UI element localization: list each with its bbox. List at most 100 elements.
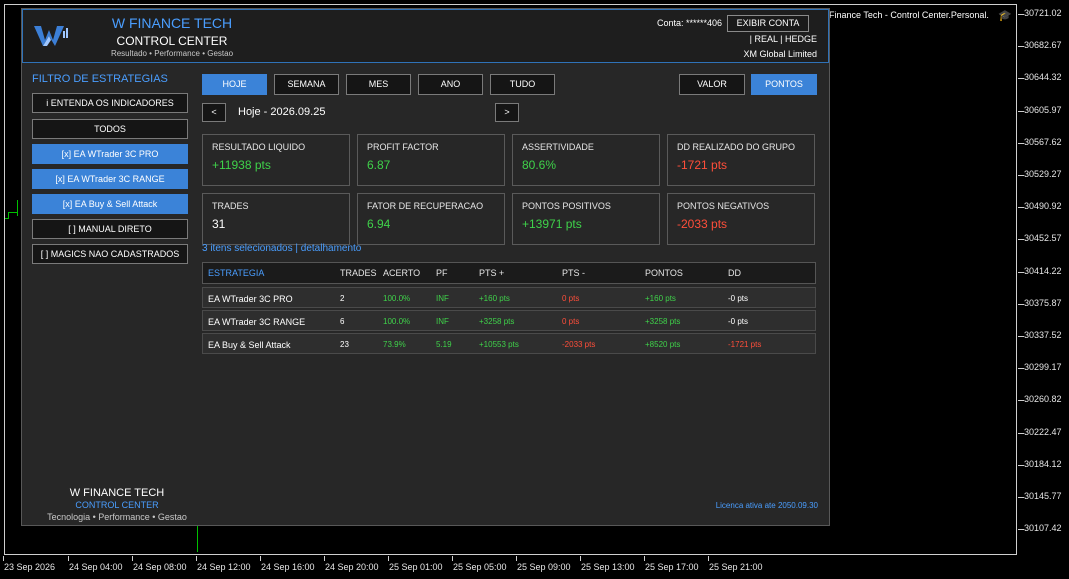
price-label: 30337.52 — [1024, 330, 1062, 340]
price-label: 30721.02 — [1024, 8, 1062, 18]
metric-label: TRADES — [212, 201, 249, 211]
selection-info-link[interactable]: 3 itens selecionados | detalhamento — [202, 243, 361, 254]
time-tick — [3, 556, 4, 561]
table-cell: 6 — [340, 317, 345, 326]
time-label: 25 Sep 13:00 — [581, 562, 635, 572]
time-label: 24 Sep 04:00 — [69, 562, 123, 572]
tab-tudo[interactable]: TUDO — [490, 74, 555, 95]
time-tick — [580, 556, 581, 561]
table-cell: EA WTrader 3C RANGE — [208, 317, 306, 327]
tab-hoje[interactable]: HOJE — [202, 74, 267, 95]
panel-header: W FINANCE TECH CONTROL CENTER Resultado … — [22, 9, 829, 63]
footer-tagline: Tecnologia • Performance • Gestao — [47, 512, 187, 522]
table-cell: +10553 pts — [479, 340, 519, 349]
metric-label: FATOR DE RECUPERACAO — [367, 201, 484, 211]
price-label: 30452.57 — [1024, 233, 1062, 244]
metric-card: RESULTADO LIQUIDO +11938 pts — [202, 134, 350, 186]
strategy-filter-button[interactable]: [x] EA WTrader 3C PRO — [32, 144, 188, 164]
table-cell: 100.0% — [383, 294, 411, 303]
candle-tick — [9, 212, 18, 213]
graduation-cap-icon[interactable]: 🎓 — [998, 9, 1012, 22]
time-label: 24 Sep 16:00 — [261, 562, 315, 572]
metric-card: PROFIT FACTOR 6.87 — [357, 134, 505, 186]
time-label: 25 Sep 05:00 — [453, 562, 507, 572]
time-tick — [324, 556, 325, 561]
time-tick — [388, 556, 389, 561]
column-header[interactable]: PTS - — [562, 268, 585, 278]
table-cell: 23 — [340, 340, 349, 349]
table-cell: -1721 pts — [728, 340, 762, 349]
metric-value: -2033 pts — [677, 217, 728, 231]
metric-value: +13971 pts — [522, 217, 582, 231]
time-label: 24 Sep 12:00 — [197, 562, 251, 572]
metric-label: RESULTADO LIQUIDO — [212, 142, 306, 152]
brand-title: W FINANCE TECH — [111, 15, 233, 31]
brand-tagline: Resultado • Performance • Gestao — [110, 49, 234, 58]
table-row[interactable]: EA WTrader 3C PRO 2 100.0% INF +160 pts 0 pts… — [202, 287, 816, 308]
time-label: 24 Sep 08:00 — [133, 562, 187, 572]
table-cell: 2 — [340, 294, 345, 303]
strategy-filter-button[interactable]: [x] EA Buy & Sell Attack — [32, 194, 188, 214]
metric-card: PONTOS NEGATIVOS -2033 pts — [667, 193, 815, 245]
tab-ano[interactable]: ANO — [418, 74, 483, 95]
next-date-button[interactable]: > — [495, 103, 519, 122]
price-label: 30222.47 — [1024, 426, 1062, 437]
table-cell: +160 pts — [479, 294, 510, 303]
time-axis[interactable]: 23 Sep 2026 24 Sep 04:00 24 Sep 08:00 24 Se… — [0, 556, 1018, 579]
metric-label: PROFIT FACTOR — [367, 142, 439, 152]
table-cell: INF — [436, 317, 449, 326]
time-tick — [132, 556, 133, 561]
time-label: 25 Sep 09:00 — [517, 562, 571, 572]
show-account-button[interactable]: EXIBIR CONTA — [727, 15, 809, 32]
tab-mes[interactable]: MES — [346, 74, 411, 95]
strategy-filter-button[interactable]: [x] EA WTrader 3C RANGE — [32, 169, 188, 189]
strategy-filter-button[interactable]: [ ] MANUAL DIRETO — [32, 219, 188, 239]
metric-value: 6.87 — [367, 158, 391, 172]
table-cell: 73.9% — [383, 340, 406, 349]
metric-card: DD REALIZADO DO GRUPO -1721 pts — [667, 134, 815, 186]
column-header[interactable]: ACERTO — [383, 268, 420, 278]
metric-label: PONTOS POSITIVOS — [522, 201, 611, 211]
strategy-filter-button[interactable]: [ ] MAGICS NAO CADASTRADOS — [32, 244, 188, 264]
time-label: 24 Sep 20:00 — [325, 562, 379, 572]
time-tick — [516, 556, 517, 561]
column-header[interactable]: PTS + — [479, 268, 504, 278]
metric-card: FATOR DE RECUPERACAO 6.94 — [357, 193, 505, 245]
table-row[interactable]: EA Buy & Sell Attack 23 73.9% 5.19 +10553 pt… — [202, 333, 816, 354]
metric-value: 80.6% — [522, 158, 557, 172]
column-header[interactable]: ESTRATEGIA — [208, 268, 264, 278]
dashboard-panel: W FINANCE TECH CONTROL CENTER Resultado … — [21, 8, 830, 526]
tab-pontos[interactable]: PONTOS — [751, 74, 817, 95]
table-row[interactable]: EA WTrader 3C RANGE 6 100.0% INF +3258 pts 0 … — [202, 310, 816, 331]
tab-valor[interactable]: VALOR — [679, 74, 745, 95]
tab-semana[interactable]: SEMANA — [274, 74, 339, 95]
metric-value: +11938 pts — [212, 158, 271, 172]
table-cell: EA Buy & Sell Attack — [208, 340, 291, 350]
metric-card: PONTOS POSITIVOS +13971 pts — [512, 193, 660, 245]
license-status: Licenca ativa ate 2050.09.30 — [715, 501, 818, 510]
metric-value: 31 — [212, 217, 226, 231]
column-header[interactable]: TRADES — [340, 268, 377, 278]
price-label: 30107.42 — [1024, 523, 1062, 534]
strategy-filter-button[interactable]: i ENTENDA OS INDICADORES — [32, 93, 188, 113]
strategy-filter-button[interactable]: TODOS — [32, 119, 188, 139]
price-label: 30682.67 — [1024, 40, 1062, 51]
metric-label: DD REALIZADO DO GRUPO — [677, 142, 796, 152]
prev-date-button[interactable]: < — [202, 103, 226, 122]
candle-wick — [197, 524, 198, 552]
chart-title: Finance Tech - Control Center.Personal. — [829, 10, 989, 20]
price-axis[interactable]: 30721.02 30682.67 30644.32 30605.97 30567.62… — [1018, 0, 1069, 556]
price-label: 30260.82 — [1024, 394, 1062, 405]
time-label: 25 Sep 17:00 — [645, 562, 699, 572]
price-label: 30605.97 — [1024, 104, 1062, 115]
time-tick — [196, 556, 197, 561]
price-label: 30490.92 — [1024, 201, 1062, 212]
column-header[interactable]: PONTOS — [645, 268, 683, 278]
account-number: Conta: ******406 — [657, 18, 723, 28]
brand-subtitle: CONTROL CENTER — [116, 34, 228, 48]
date-label: Hoje - 2026.09.25 — [238, 106, 326, 118]
column-header[interactable]: DD — [728, 268, 741, 278]
table-cell: -0 pts — [728, 317, 749, 326]
column-header[interactable]: PF — [436, 268, 448, 278]
filter-title: FILTRO DE ESTRATEGIAS — [32, 73, 168, 85]
